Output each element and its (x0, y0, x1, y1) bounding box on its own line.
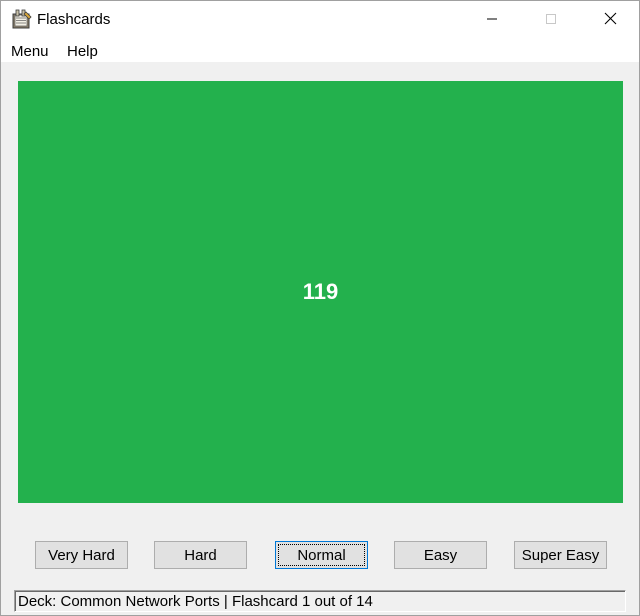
maximize-icon (545, 12, 557, 29)
notebook-icon (11, 9, 33, 31)
super-easy-button[interactable]: Super Easy (514, 541, 607, 569)
hard-button[interactable]: Hard (154, 541, 247, 569)
very-hard-button[interactable]: Very Hard (35, 541, 128, 569)
minimize-icon (486, 12, 498, 29)
menu-item-help[interactable]: Help (66, 43, 99, 60)
normal-button[interactable]: Normal (275, 541, 368, 569)
close-icon (604, 12, 617, 29)
status-bar: Deck: Common Network Ports | Flashcard 1… (14, 590, 626, 612)
menu-item-menu[interactable]: Menu (10, 43, 50, 60)
window-title: Flashcards (37, 11, 111, 28)
minimize-button[interactable] (469, 1, 515, 40)
status-text: Deck: Common Network Ports | Flashcard 1… (18, 593, 373, 610)
maximize-button[interactable] (528, 1, 574, 40)
flashcard-text: 119 (302, 279, 339, 304)
close-button[interactable] (587, 1, 633, 40)
easy-button[interactable]: Easy (394, 541, 487, 569)
menu-bar: Menu Help (1, 40, 639, 63)
flashcard[interactable]: 119 (18, 81, 623, 503)
title-bar[interactable]: Flashcards (1, 1, 639, 40)
app-window: Flashcards Menu Help 119 Very Hard Hard … (0, 0, 640, 616)
